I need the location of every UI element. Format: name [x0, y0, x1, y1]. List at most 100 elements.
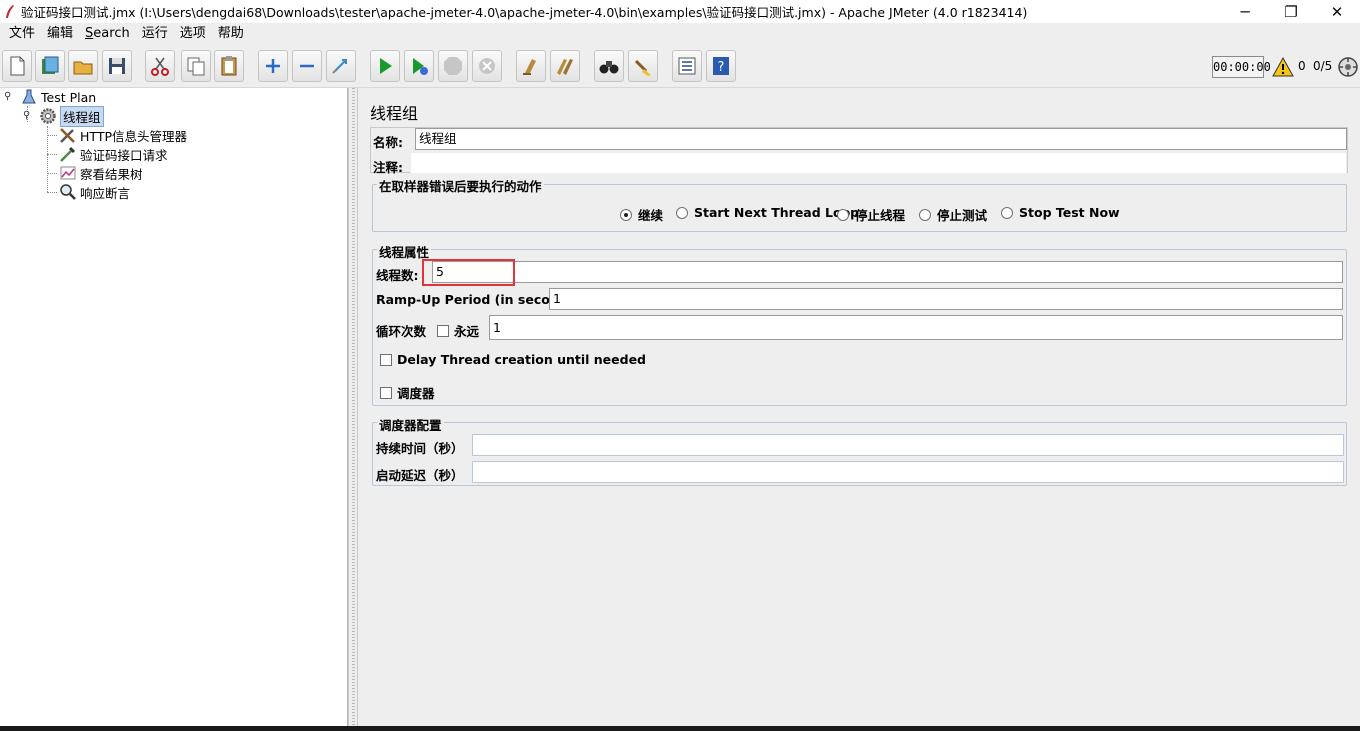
- name-field[interactable]: 线程组: [415, 128, 1347, 150]
- assertion-magnifier-icon: [58, 183, 78, 201]
- radio-label: 停止线程: [855, 208, 906, 223]
- tree-node-label: 察看结果树: [80, 166, 143, 182]
- checkbox-label: Delay Thread creation until needed: [397, 352, 646, 367]
- reset-search-button[interactable]: [628, 50, 658, 82]
- open-icon: [73, 61, 93, 75]
- search-icon: [599, 61, 619, 74]
- checkbox-box: [437, 324, 449, 337]
- loop-count-label: 循环次数: [376, 324, 427, 339]
- clear-icon: [523, 59, 536, 75]
- cut-icon: [151, 57, 169, 76]
- collapse-icon: [300, 64, 314, 68]
- search-button[interactable]: [594, 50, 624, 82]
- radio-label: Start Next Thread Loop: [694, 205, 860, 220]
- start-no-pauses-button[interactable]: [404, 50, 434, 82]
- forever-checkbox[interactable]: 永远: [437, 321, 479, 340]
- radio-start-next-thread-loop[interactable]: Start Next Thread Loop: [676, 205, 859, 220]
- panel-splitter[interactable]: [348, 88, 358, 726]
- delay-thread-creation-checkbox[interactable]: Delay Thread creation until needed: [380, 352, 646, 367]
- new-button[interactable]: [2, 50, 32, 82]
- name-label: 名称:: [373, 135, 403, 150]
- start-button[interactable]: [370, 50, 400, 82]
- checkbox-box: [380, 386, 392, 399]
- jmeter-feather-icon: [3, 4, 17, 20]
- templates-button[interactable]: [35, 50, 65, 82]
- thread-group-panel: 线程组 名称: 线程组 注释: 在取样器错误后要执行的动作 继续 Start N…: [358, 88, 1360, 726]
- taskbar-edge: [0, 726, 1360, 731]
- open-button[interactable]: [68, 50, 98, 82]
- copy-button[interactable]: [181, 50, 211, 82]
- cut-button[interactable]: [145, 50, 175, 82]
- radio-continue[interactable]: 继续: [620, 205, 663, 224]
- paste-button[interactable]: [214, 50, 244, 82]
- templates-icon: [42, 56, 59, 74]
- scheduler-config-legend: 调度器配置: [377, 415, 444, 434]
- threads-label: 线程数:: [376, 268, 419, 283]
- tree-node-label: HTTP信息头管理器: [80, 128, 187, 144]
- menu-file[interactable]: 文件: [3, 24, 41, 44]
- tree-node-test-plan[interactable]: Test Plan: [19, 88, 96, 106]
- stop-icon: [444, 57, 462, 75]
- reset-search-icon: [634, 59, 651, 76]
- copy-icon: [187, 57, 205, 76]
- on-error-legend: 在取样器错误后要执行的动作: [377, 176, 544, 195]
- elapsed-timer: 00:00:00: [1212, 56, 1271, 78]
- tree-node-view-results-tree[interactable]: 察看结果树: [58, 164, 143, 182]
- radio-label: 停止测试: [937, 208, 988, 223]
- shutdown-button[interactable]: [472, 50, 502, 82]
- svg-text:?: ?: [718, 60, 725, 75]
- menu-search[interactable]: Search: [79, 24, 136, 44]
- shutdown-icon: [479, 58, 495, 74]
- function-helper-button[interactable]: [672, 50, 702, 82]
- radio-dot-selected: [620, 208, 632, 221]
- help-icon: ?: [713, 57, 729, 75]
- listener-chart-icon: [58, 164, 78, 182]
- scheduler-checkbox[interactable]: 调度器: [380, 383, 435, 402]
- duration-field[interactable]: [472, 434, 1344, 456]
- radio-label: Stop Test Now: [1019, 205, 1120, 220]
- maximize-button[interactable]: ❐: [1268, 0, 1314, 23]
- toolbar: ?: [0, 46, 1360, 88]
- radio-stop-test-now[interactable]: Stop Test Now: [1001, 205, 1120, 220]
- save-icon: [109, 58, 125, 74]
- help-button[interactable]: ?: [706, 50, 736, 82]
- collapse-all-button[interactable]: [292, 50, 322, 82]
- menu-run[interactable]: 运行: [136, 24, 174, 44]
- thread-properties-legend: 线程属性: [377, 242, 432, 261]
- menu-options[interactable]: 选项: [174, 24, 212, 44]
- comment-field[interactable]: [410, 152, 1347, 174]
- close-button[interactable]: ✕: [1314, 0, 1360, 23]
- menu-edit[interactable]: 编辑: [41, 24, 79, 44]
- clear-all-button[interactable]: [550, 50, 580, 82]
- duration-label: 持续时间（秒）: [376, 441, 464, 456]
- minimize-button[interactable]: ─: [1222, 0, 1268, 23]
- startup-delay-field[interactable]: [472, 461, 1344, 483]
- clear-button[interactable]: [516, 50, 546, 82]
- warning-icon[interactable]: [1272, 56, 1294, 78]
- toggle-icon: [332, 59, 347, 74]
- expand-icon: [266, 59, 280, 73]
- tree-toggle-thread-group[interactable]: ⚲: [23, 111, 33, 121]
- radio-stop-thread[interactable]: 停止线程: [837, 205, 905, 224]
- error-count: 0: [1298, 59, 1306, 73]
- threads-field[interactable]: 5: [432, 261, 1343, 283]
- tree-toggle-test-plan[interactable]: ⚲: [4, 92, 14, 102]
- menu-help[interactable]: 帮助: [212, 24, 250, 44]
- radio-stop-test[interactable]: 停止测试: [919, 205, 987, 224]
- tree-node-captcha-request[interactable]: 验证码接口请求: [58, 145, 168, 163]
- comment-label: 注释:: [373, 160, 403, 175]
- expand-all-button[interactable]: [258, 50, 288, 82]
- loop-count-field[interactable]: 1: [489, 315, 1343, 340]
- tree-node-response-assertion[interactable]: 响应断言: [58, 183, 130, 201]
- rampup-field[interactable]: 1: [549, 288, 1343, 310]
- tree-node-http-header-manager[interactable]: HTTP信息头管理器: [58, 126, 187, 144]
- stop-button[interactable]: [438, 50, 468, 82]
- clear-all-icon: [557, 59, 573, 75]
- new-icon: [10, 56, 25, 76]
- toggle-button[interactable]: [326, 50, 356, 82]
- startup-delay-label: 启动延迟（秒）: [376, 468, 464, 483]
- save-button[interactable]: [102, 50, 132, 82]
- checkbox-box: [380, 353, 392, 366]
- checkbox-label: 永远: [454, 324, 480, 339]
- tree-node-thread-group[interactable]: 线程组: [38, 105, 104, 127]
